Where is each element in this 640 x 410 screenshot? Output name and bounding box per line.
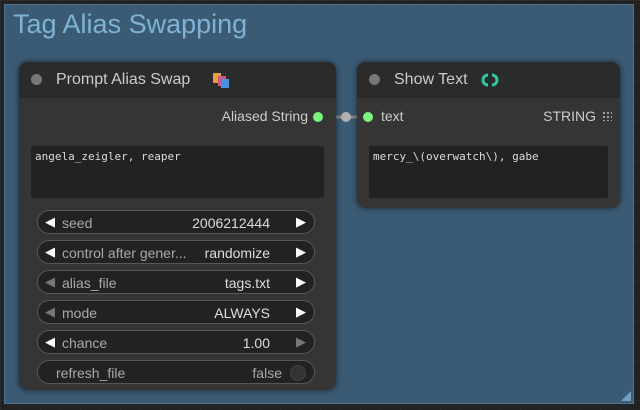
chance-value: 1.00 bbox=[242, 335, 270, 351]
mode-widget[interactable]: ◀ mode ALWAYS ▶ bbox=[37, 300, 315, 324]
seed-widget[interactable]: ◀ seed 2006212444 ▶ bbox=[37, 210, 315, 234]
node-title: Show Text bbox=[394, 71, 468, 88]
decrement-arrow-icon[interactable]: ◀ bbox=[45, 214, 55, 230]
refresh-file-value: false bbox=[252, 365, 282, 381]
prompt-alias-swap-node[interactable]: Prompt Alias Swap Aliased String angela_… bbox=[19, 62, 336, 390]
collapse-dot[interactable] bbox=[31, 74, 42, 85]
alias-file-label: alias_file bbox=[62, 275, 117, 291]
seed-value: 2006212444 bbox=[192, 215, 270, 231]
increment-arrow-icon[interactable]: ▶ bbox=[296, 334, 306, 350]
toggle-knob[interactable] bbox=[290, 365, 306, 381]
alias-file-value: tags.txt bbox=[224, 275, 270, 291]
input-label: text bbox=[381, 108, 404, 124]
decrement-arrow-icon[interactable]: ◀ bbox=[45, 304, 55, 320]
prompt-text-area[interactable]: angela_zeigler, reaper bbox=[31, 146, 324, 198]
output-label: STRING bbox=[543, 108, 596, 124]
mode-label: mode bbox=[62, 305, 98, 321]
chance-widget[interactable]: ◀ chance 1.00 ▶ bbox=[37, 330, 315, 354]
decrement-arrow-icon[interactable]: ◀ bbox=[45, 274, 55, 290]
link-midpoint[interactable] bbox=[341, 112, 351, 122]
increment-arrow-icon[interactable]: ▶ bbox=[296, 304, 306, 320]
node-header[interactable]: Prompt Alias Swap bbox=[19, 62, 336, 98]
increment-arrow-icon[interactable]: ▶ bbox=[296, 244, 306, 260]
decrement-arrow-icon[interactable]: ◀ bbox=[45, 334, 55, 350]
output-label: Aliased String bbox=[221, 108, 308, 124]
show-text-area[interactable]: mercy_\(overwatch\), gabe bbox=[369, 146, 608, 198]
decrement-arrow-icon[interactable]: ◀ bbox=[45, 244, 55, 260]
seed-label: seed bbox=[62, 215, 93, 231]
chance-label: chance bbox=[62, 335, 108, 351]
collapse-dot[interactable] bbox=[369, 74, 380, 85]
node-header[interactable]: Show Text bbox=[357, 62, 620, 98]
refresh-file-toggle[interactable]: refresh_file false bbox=[37, 360, 315, 384]
alias-file-widget[interactable]: ◀ alias_file tags.txt ▶ bbox=[37, 270, 315, 294]
input-slot[interactable] bbox=[363, 112, 373, 122]
refresh-file-label: refresh_file bbox=[56, 365, 126, 381]
control-label: control after gener... bbox=[62, 245, 187, 261]
palette-icon bbox=[213, 73, 229, 88]
show-text-node[interactable]: Show Text text STRING mercy_\(overwatch\… bbox=[357, 62, 620, 208]
mode-value: ALWAYS bbox=[214, 305, 270, 321]
increment-arrow-icon[interactable]: ▶ bbox=[296, 274, 306, 290]
control-value: randomize bbox=[204, 245, 270, 261]
increment-arrow-icon[interactable]: ▶ bbox=[296, 214, 306, 230]
output-grid-icon[interactable] bbox=[602, 111, 612, 121]
node-title: Prompt Alias Swap bbox=[56, 71, 191, 88]
link-icon bbox=[481, 73, 499, 87]
control-after-generate-widget[interactable]: ◀ control after gener... randomize ▶ bbox=[37, 240, 315, 264]
output-row: Aliased String bbox=[173, 108, 323, 128]
output-slot[interactable] bbox=[313, 112, 323, 122]
